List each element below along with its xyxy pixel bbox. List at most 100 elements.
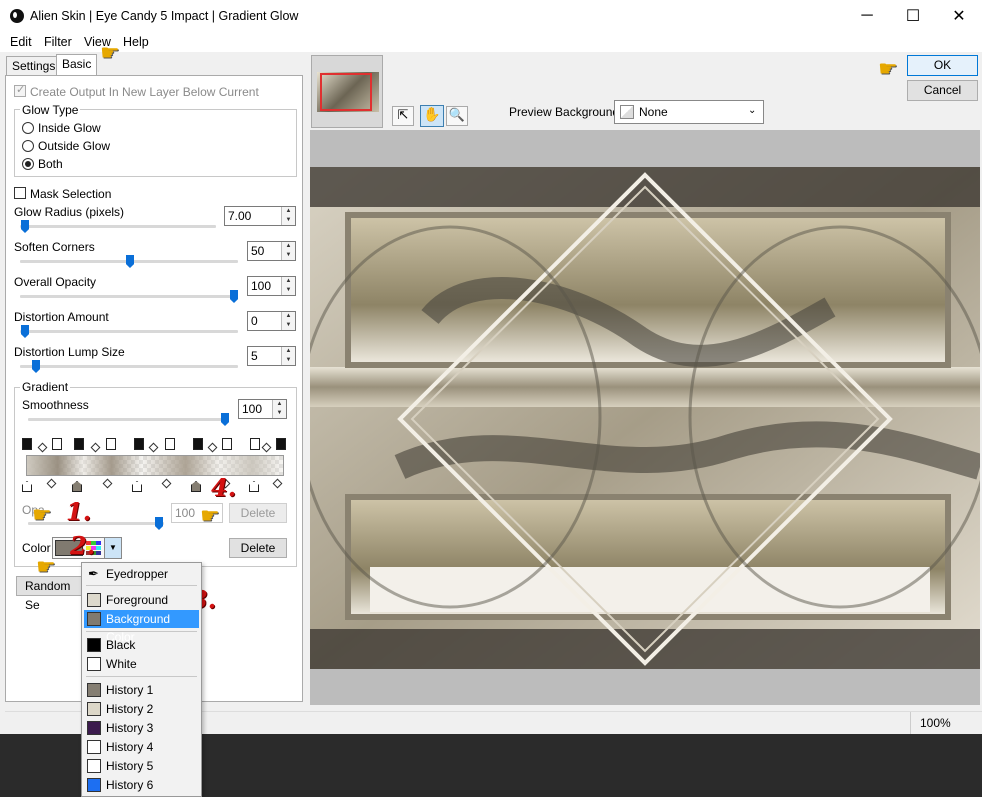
chevron-down-icon[interactable]: ▼ <box>104 538 121 558</box>
opacity-stop[interactable] <box>276 438 286 450</box>
smoothness-value: 100 <box>242 402 263 416</box>
opacity-value: 100 <box>175 506 196 520</box>
menu-filter[interactable]: Filter <box>44 35 72 49</box>
menu-item-background-color[interactable]: Background Color <box>84 610 199 644</box>
menu-item-history-5[interactable]: History 5 <box>84 757 199 775</box>
pointing-hand-icon: ☛ <box>878 56 898 81</box>
opacity-stop[interactable] <box>52 438 62 450</box>
menu-separator <box>86 585 197 586</box>
glow-radius-label: Glow Radius (pixels) <box>14 205 125 219</box>
tab-basic[interactable]: Basic <box>56 54 98 76</box>
history-label: History 2 <box>106 702 154 716</box>
distortion-lump-spinner[interactable]: 5 ▲ ▼ <box>247 346 296 366</box>
pointing-hand-icon: ☛ <box>32 502 52 527</box>
navigator-thumbnail[interactable] <box>311 55 383 128</box>
color-label: Color <box>22 541 51 555</box>
spin-arrows-icon[interactable]: ▲ ▼ <box>281 207 295 225</box>
history-label: History 5 <box>106 759 154 773</box>
radio-both[interactable] <box>22 158 34 170</box>
maximize-button[interactable]: ☐ <box>890 0 936 32</box>
preview-background-select[interactable]: None ⌄ <box>614 100 764 124</box>
preview-area[interactable] <box>310 130 980 705</box>
soften-corners-spinner[interactable]: 50 ▲ ▼ <box>247 241 296 261</box>
overall-opacity-spinner[interactable]: 100 ▲ ▼ <box>247 276 296 296</box>
history-swatch <box>87 702 101 716</box>
opacity-stop[interactable] <box>74 438 84 450</box>
menu-item-history-4[interactable]: History 4 <box>84 738 199 756</box>
opacity-stop[interactable] <box>106 438 116 450</box>
smoothness-spinner[interactable]: 100 ▲ ▼ <box>238 399 287 419</box>
glow-radius-spinner[interactable]: 7.00 ▲ ▼ <box>224 206 296 226</box>
spin-arrows-icon[interactable]: ▲ ▼ <box>281 277 295 295</box>
menu-item-black[interactable]: Black <box>84 636 199 654</box>
preview-image <box>310 167 980 669</box>
distortion-lump-track <box>20 365 238 368</box>
mask-selection-label: Mask Selection <box>30 187 112 201</box>
delete-color-button[interactable]: Delete <box>229 538 287 558</box>
menu-item-history-3[interactable]: History 3 <box>84 719 199 737</box>
navigator-view-rect[interactable] <box>320 73 372 111</box>
opacity-stop[interactable] <box>222 438 232 450</box>
alien-skin-logo-icon <box>10 9 24 23</box>
step-number-4: 4. <box>211 473 237 502</box>
distortion-lump-label: Distortion Lump Size <box>14 345 125 359</box>
spin-arrows-icon[interactable]: ▲ ▼ <box>281 347 295 365</box>
gradient-bar[interactable] <box>26 455 284 476</box>
menu-item-eyedropper[interactable]: ✒ Eyedropper <box>84 565 199 583</box>
black-label: Black <box>106 638 136 652</box>
both-label: Both <box>38 157 63 171</box>
pointing-hand-icon: ☛ <box>200 503 220 528</box>
minimize-button[interactable]: ─ <box>844 0 890 32</box>
menu-edit[interactable]: Edit <box>10 35 32 49</box>
history-swatch <box>87 778 101 792</box>
menu-item-history-2[interactable]: History 2 <box>84 700 199 718</box>
none-swatch-icon <box>620 105 634 119</box>
foreground-swatch <box>87 593 101 607</box>
history-label: History 6 <box>106 778 154 792</box>
glow-radius-value: 7.00 <box>228 209 252 223</box>
distortion-amount-value: 0 <box>251 314 258 328</box>
distortion-amount-spinner[interactable]: 0 ▲ ▼ <box>247 311 296 331</box>
chevron-down-icon: ⌄ <box>748 105 757 116</box>
history-label: History 3 <box>106 721 154 735</box>
glow-radius-track <box>20 225 216 228</box>
opacity-stop[interactable] <box>22 438 32 450</box>
opacity-stop[interactable] <box>250 438 260 450</box>
tab-settings[interactable]: Settings <box>6 56 62 75</box>
cancel-button[interactable]: Cancel <box>907 80 978 101</box>
overall-opacity-track <box>20 295 238 298</box>
distortion-amount-track <box>20 330 238 333</box>
pointing-hand-icon: ☛ <box>100 40 120 65</box>
mask-selection-checkbox[interactable] <box>14 187 26 199</box>
close-button[interactable]: ✕ <box>936 0 982 32</box>
hand-tool-icon[interactable]: ✋ <box>420 105 444 127</box>
menu-item-foreground-color[interactable]: Foreground Color <box>84 591 199 625</box>
history-swatch <box>87 683 101 697</box>
radio-outside-glow[interactable] <box>22 140 34 152</box>
spin-arrows-icon[interactable]: ▲ ▼ <box>272 400 286 418</box>
menu-item-white[interactable]: White <box>84 655 199 673</box>
zoom-tool-icon[interactable]: 🔍 <box>446 106 468 126</box>
step-number-1: 1. <box>66 497 92 526</box>
move-tool-icon[interactable]: ⇱ <box>392 106 414 126</box>
radio-inside-glow[interactable] <box>22 122 34 134</box>
opacity-stop[interactable] <box>193 438 203 450</box>
glow-type-title: Glow Type <box>20 103 81 117</box>
opacity-stop[interactable] <box>134 438 144 450</box>
white-label: White <box>106 657 137 671</box>
distortion-lump-value: 5 <box>251 349 258 363</box>
spin-arrows-icon[interactable]: ▲ ▼ <box>281 242 295 260</box>
create-output-checkbox[interactable]: ✓ <box>14 84 26 97</box>
history-label: History 4 <box>106 740 154 754</box>
step-number-2: 2. <box>70 531 96 560</box>
white-swatch <box>87 657 101 671</box>
opacity-stop[interactable] <box>165 438 175 450</box>
spin-arrows-icon[interactable]: ▲ ▼ <box>281 312 295 330</box>
menu-item-history-1[interactable]: History 1 <box>84 681 199 699</box>
ok-button[interactable]: OK <box>907 55 978 76</box>
random-seed-button[interactable]: Random Se <box>16 576 86 612</box>
title-bar: Alien Skin | Eye Candy 5 Impact | Gradie… <box>0 0 982 32</box>
smoothness-track <box>28 418 228 421</box>
delete-opacity-button[interactable]: Delete <box>229 503 287 523</box>
menu-item-history-6[interactable]: History 6 <box>84 776 199 794</box>
